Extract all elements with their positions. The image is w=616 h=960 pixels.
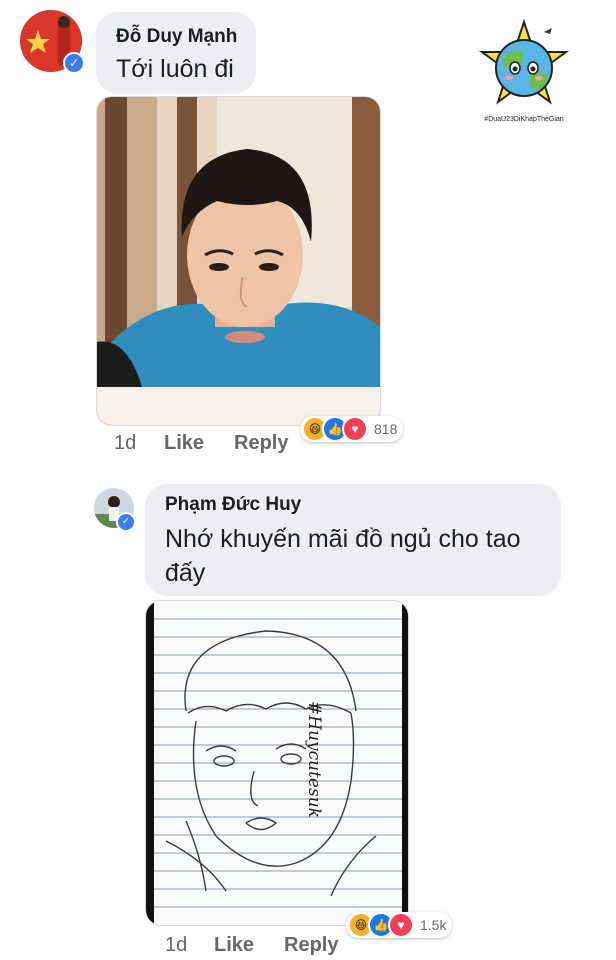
comment-text: Tới luôn đi <box>116 55 234 83</box>
reaction-summary[interactable]: 😆 👍 ♥ 818 <box>300 416 404 442</box>
comment-author[interactable]: Phạm Đức Huy <box>165 494 301 516</box>
comment-time[interactable]: 1d <box>165 934 187 957</box>
reaction-count: 1.5k <box>420 917 447 933</box>
comment-bubble[interactable]: Đỗ Duy Mạnh Tới luôn đi <box>96 12 256 94</box>
reply-button[interactable]: Reply <box>234 432 288 455</box>
like-button[interactable]: Like <box>214 934 254 957</box>
logo-hashtag: #DuaU23DiKhapTheGian <box>484 116 564 123</box>
comment-photo[interactable]: #Huycutesuk <box>145 600 409 926</box>
reaction-count: 818 <box>374 421 398 437</box>
comment-text-line-2: đấy <box>165 559 206 587</box>
sketch-handwriting: #Huycutesuk <box>304 701 324 818</box>
globe-logo: #DuaU23DiKhapTheGian <box>474 18 574 130</box>
comment-author[interactable]: Đỗ Duy Mạnh <box>116 26 237 48</box>
comment-bubble[interactable]: Phạm Đức Huy Nhớ khuyến mãi đồ ngủ cho t… <box>145 484 561 596</box>
love-reaction-icon: ♥ <box>342 416 368 442</box>
love-reaction-icon: ♥ <box>388 912 414 938</box>
comment-text-line-1: Nhớ khuyến mãi đồ ngủ cho tao <box>165 525 521 553</box>
like-button[interactable]: Like <box>164 432 204 455</box>
verified-badge-icon: ✓ <box>116 512 136 532</box>
comment-time[interactable]: 1d <box>114 432 136 455</box>
comment-photo[interactable] <box>96 96 381 426</box>
verified-badge-icon: ✓ <box>63 52 85 74</box>
reaction-summary[interactable]: 😆 👍 ♥ 1.5k <box>346 912 453 938</box>
reply-button[interactable]: Reply <box>284 934 338 957</box>
